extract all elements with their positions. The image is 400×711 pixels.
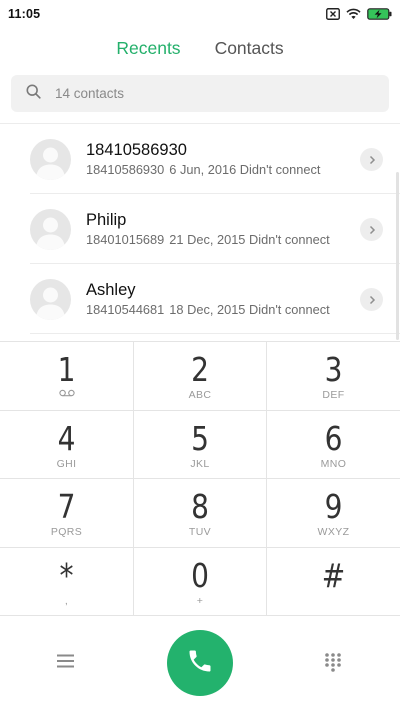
call-status: Didn't connect xyxy=(239,162,321,177)
key-hash[interactable]: # xyxy=(267,548,400,616)
recent-call-info: Philip 18401015689 21 Dec, 2015 Didn't co… xyxy=(86,210,330,249)
key-letters: ABC xyxy=(188,389,212,401)
caller-name: Ashley xyxy=(86,281,136,299)
call-date: 21 Dec, 2015 xyxy=(169,232,246,247)
key-letters: , xyxy=(64,594,69,607)
key-letters: MNO xyxy=(320,457,347,470)
key-digit: 0 xyxy=(191,555,209,595)
key-digit: 5 xyxy=(191,418,209,458)
battery-charging-icon xyxy=(367,8,392,20)
key-2[interactable]: 2 ABC xyxy=(134,342,267,411)
status-bar: 11:05 xyxy=(0,0,400,28)
key-star[interactable]: * , xyxy=(0,547,134,616)
key-letters: PQRS xyxy=(50,526,83,538)
key-letters: DEF xyxy=(322,389,345,401)
caller-number: 18401015689 xyxy=(86,232,165,247)
key-letters: JKL xyxy=(190,457,210,470)
recent-call-row[interactable]: 18410586930 18410586930 6 Jun, 2016 Didn'… xyxy=(0,124,400,194)
key-4[interactable]: 4 GHI xyxy=(0,410,134,479)
call-details: 18410586930 6 Jun, 2016 Didn't connect xyxy=(86,161,320,179)
bottom-action-bar xyxy=(0,616,400,711)
call-date: 6 Jun, 2016 xyxy=(169,162,237,177)
search-bar[interactable]: 14 contacts xyxy=(11,75,389,112)
key-1[interactable]: 1 xyxy=(0,342,134,411)
menu-icon[interactable] xyxy=(56,653,76,674)
caller-name: 18410586930 xyxy=(86,141,187,159)
dialer-screen: 11:05 Recents Contacts 14 contacts 18410… xyxy=(0,0,400,711)
key-9[interactable]: 9 WXYZ xyxy=(267,479,400,548)
voicemail-icon xyxy=(0,389,133,397)
search-icon xyxy=(26,83,55,104)
avatar xyxy=(30,279,71,320)
call-status: Didn't connect xyxy=(249,232,330,247)
caller-number: 18410544681 xyxy=(86,302,165,317)
key-digit: 7 xyxy=(57,487,76,526)
key-digit: 1 xyxy=(57,350,76,389)
chevron-right-icon[interactable] xyxy=(360,148,383,171)
wifi-icon xyxy=(346,8,361,20)
key-3[interactable]: 3 DEF xyxy=(267,342,400,411)
avatar xyxy=(30,139,71,180)
tab-recents[interactable]: Recents xyxy=(116,38,180,64)
key-digit: 3 xyxy=(324,350,343,389)
key-5[interactable]: 5 JKL xyxy=(134,410,267,479)
recent-call-row[interactable]: Philip 18401015689 21 Dec, 2015 Didn't co… xyxy=(0,194,400,264)
call-status: Didn't connect xyxy=(249,302,330,317)
key-7[interactable]: 7 PQRS xyxy=(0,479,134,548)
key-0[interactable]: 0 + xyxy=(134,547,267,616)
tab-bar: Recents Contacts xyxy=(0,38,400,64)
status-time: 11:05 xyxy=(8,7,41,21)
recent-call-row[interactable]: Ashley 18410544681 18 Dec, 2015 Didn't co… xyxy=(0,264,400,334)
key-letters: GHI xyxy=(56,457,77,470)
phone-icon xyxy=(186,647,214,680)
chevron-right-icon[interactable] xyxy=(360,288,383,311)
key-digit: * xyxy=(59,555,74,595)
key-letters: + xyxy=(196,594,204,607)
recents-list: 18410586930 18410586930 6 Jun, 2016 Didn'… xyxy=(0,124,400,334)
key-letters: WXYZ xyxy=(317,526,350,538)
key-letters: TUV xyxy=(188,526,212,538)
chevron-right-icon[interactable] xyxy=(360,218,383,241)
tab-contacts[interactable]: Contacts xyxy=(215,38,284,64)
recent-call-info: 18410586930 18410586930 6 Jun, 2016 Didn'… xyxy=(86,140,320,179)
list-scrollbar[interactable] xyxy=(396,172,399,340)
search-placeholder: 14 contacts xyxy=(55,86,125,101)
key-digit: 8 xyxy=(191,487,209,526)
call-date: 18 Dec, 2015 xyxy=(169,302,246,317)
dialpad-icon[interactable] xyxy=(323,652,343,677)
caller-name: Philip xyxy=(86,211,127,229)
status-icons xyxy=(326,8,392,20)
caller-number: 18410586930 xyxy=(86,162,165,177)
key-digit: 2 xyxy=(191,350,209,389)
key-digit: 9 xyxy=(324,487,343,526)
call-details: 18410544681 18 Dec, 2015 Didn't connect xyxy=(86,301,330,319)
key-digit: 4 xyxy=(57,418,76,458)
avatar xyxy=(30,209,71,250)
key-6[interactable]: 6 MNO xyxy=(267,411,400,479)
key-digit: 6 xyxy=(324,418,343,458)
key-8[interactable]: 8 TUV xyxy=(134,479,267,548)
call-button[interactable] xyxy=(167,630,233,696)
key-digit: # xyxy=(321,555,346,595)
dial-keypad: 1 2 ABC 3 DEF 4 GHI 5 JKL 6 MNO 7 PQRS 8… xyxy=(0,341,400,616)
no-sim-icon xyxy=(326,8,340,20)
call-details: 18401015689 21 Dec, 2015 Didn't connect xyxy=(86,231,330,249)
row-divider xyxy=(30,333,400,334)
recent-call-info: Ashley 18410544681 18 Dec, 2015 Didn't co… xyxy=(86,280,330,319)
